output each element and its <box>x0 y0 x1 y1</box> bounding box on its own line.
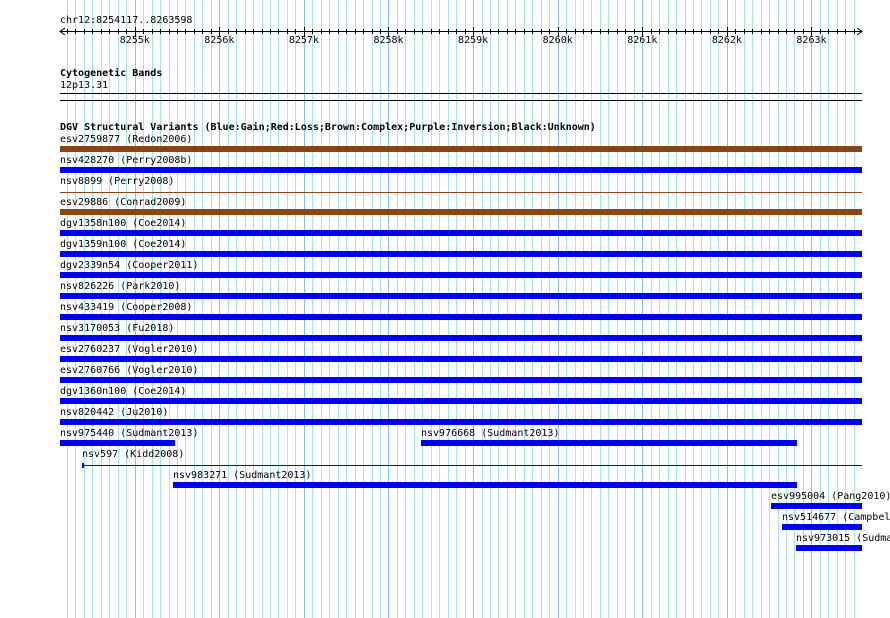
feature-bar[interactable] <box>60 272 862 278</box>
feature-bar[interactable] <box>771 503 862 509</box>
feature-bar[interactable] <box>421 440 797 446</box>
feature-bar[interactable] <box>60 377 862 383</box>
feature-label[interactable]: esv2760237 (Vogler2010) <box>60 344 198 355</box>
feature-bar[interactable] <box>60 146 862 152</box>
feature-bar[interactable] <box>173 482 797 488</box>
feature-label[interactable]: nsv514677 (Campbell2011) <box>782 512 890 523</box>
feature-bar[interactable] <box>60 440 175 446</box>
feature-label[interactable]: nsv973015 (Sudmant2013) <box>796 533 890 544</box>
ruler-tick-label: 8256k <box>204 35 235 46</box>
feature-bar[interactable] <box>60 209 862 215</box>
feature-bar[interactable] <box>782 524 862 530</box>
ruler-tick-label: 8255k <box>119 35 150 46</box>
ruler-tick-label: 8261k <box>627 35 658 46</box>
feature-label[interactable]: nsv428270 (Perry2008b) <box>60 155 192 166</box>
feature-bar[interactable] <box>796 545 862 551</box>
feature-label[interactable]: nsv597 (Kidd2008) <box>82 449 184 460</box>
track-divider <box>60 100 862 101</box>
feature-label[interactable]: esv2759877 (Redon2006) <box>60 134 192 145</box>
feature-label[interactable]: nsv8899 (Perry2008) <box>60 176 174 187</box>
feature-label[interactable]: esv2760766 (Vogler2010) <box>60 365 198 376</box>
feature-label[interactable]: dgv2339n54 (Cooper2011) <box>60 260 198 271</box>
feature-label[interactable]: nsv3170053 (Fu2018) <box>60 323 174 334</box>
cyto-band-label: 12p13.31 <box>60 80 109 91</box>
feature-bar[interactable] <box>60 230 862 236</box>
feature-label[interactable]: nsv433419 (Cooper2008) <box>60 302 192 313</box>
ruler-tick-label: 8263k <box>796 35 827 46</box>
feature-bar[interactable] <box>60 314 862 320</box>
feature-bar[interactable] <box>60 398 862 404</box>
feature-bar[interactable] <box>60 293 862 299</box>
feature-label[interactable]: dgv1360n100 (Coe2014) <box>60 386 186 397</box>
feature-bar[interactable] <box>60 192 862 193</box>
feature-label[interactable]: nsv983271 (Sudmant2013) <box>173 470 311 481</box>
ruler-tick-label: 8262k <box>711 35 742 46</box>
dgv-track-title: DGV Structural Variants (Blue:Gain;Red:L… <box>60 122 596 133</box>
feature-label[interactable]: nsv820442 (Ju2010) <box>60 407 168 418</box>
feature-label[interactable]: nsv976668 (Sudmant2013) <box>421 428 559 439</box>
feature-label[interactable]: dgv1359n100 (Coe2014) <box>60 239 186 250</box>
feature-label[interactable]: dgv1358n100 (Coe2014) <box>60 218 186 229</box>
feature-bar[interactable] <box>60 251 862 257</box>
feature-bar[interactable] <box>60 167 862 173</box>
feature-bar[interactable] <box>82 465 862 466</box>
ruler-tick-label: 8259k <box>458 35 489 46</box>
ruler-tick-label: 8257k <box>288 35 319 46</box>
feature-bar[interactable] <box>60 419 862 425</box>
region-label: chr12:8254117..8263598 <box>60 15 193 26</box>
feature-bar[interactable] <box>60 335 862 341</box>
feature-start-tick <box>82 463 84 468</box>
cyto-band-line <box>60 93 862 94</box>
feature-label[interactable]: nsv826226 (Park2010) <box>60 281 180 292</box>
ruler-tick-label: 8260k <box>542 35 573 46</box>
feature-bar[interactable] <box>60 356 862 362</box>
cyto-track-title: Cytogenetic Bands <box>60 68 163 79</box>
feature-label[interactable]: esv995004 (Pang2010) <box>771 491 890 502</box>
ruler[interactable] <box>0 0 890 60</box>
feature-label[interactable]: esv29886 (Conrad2009) <box>60 197 186 208</box>
ruler-tick-label: 8258k <box>373 35 404 46</box>
feature-label[interactable]: nsv975440 (Sudmant2013) <box>60 428 198 439</box>
